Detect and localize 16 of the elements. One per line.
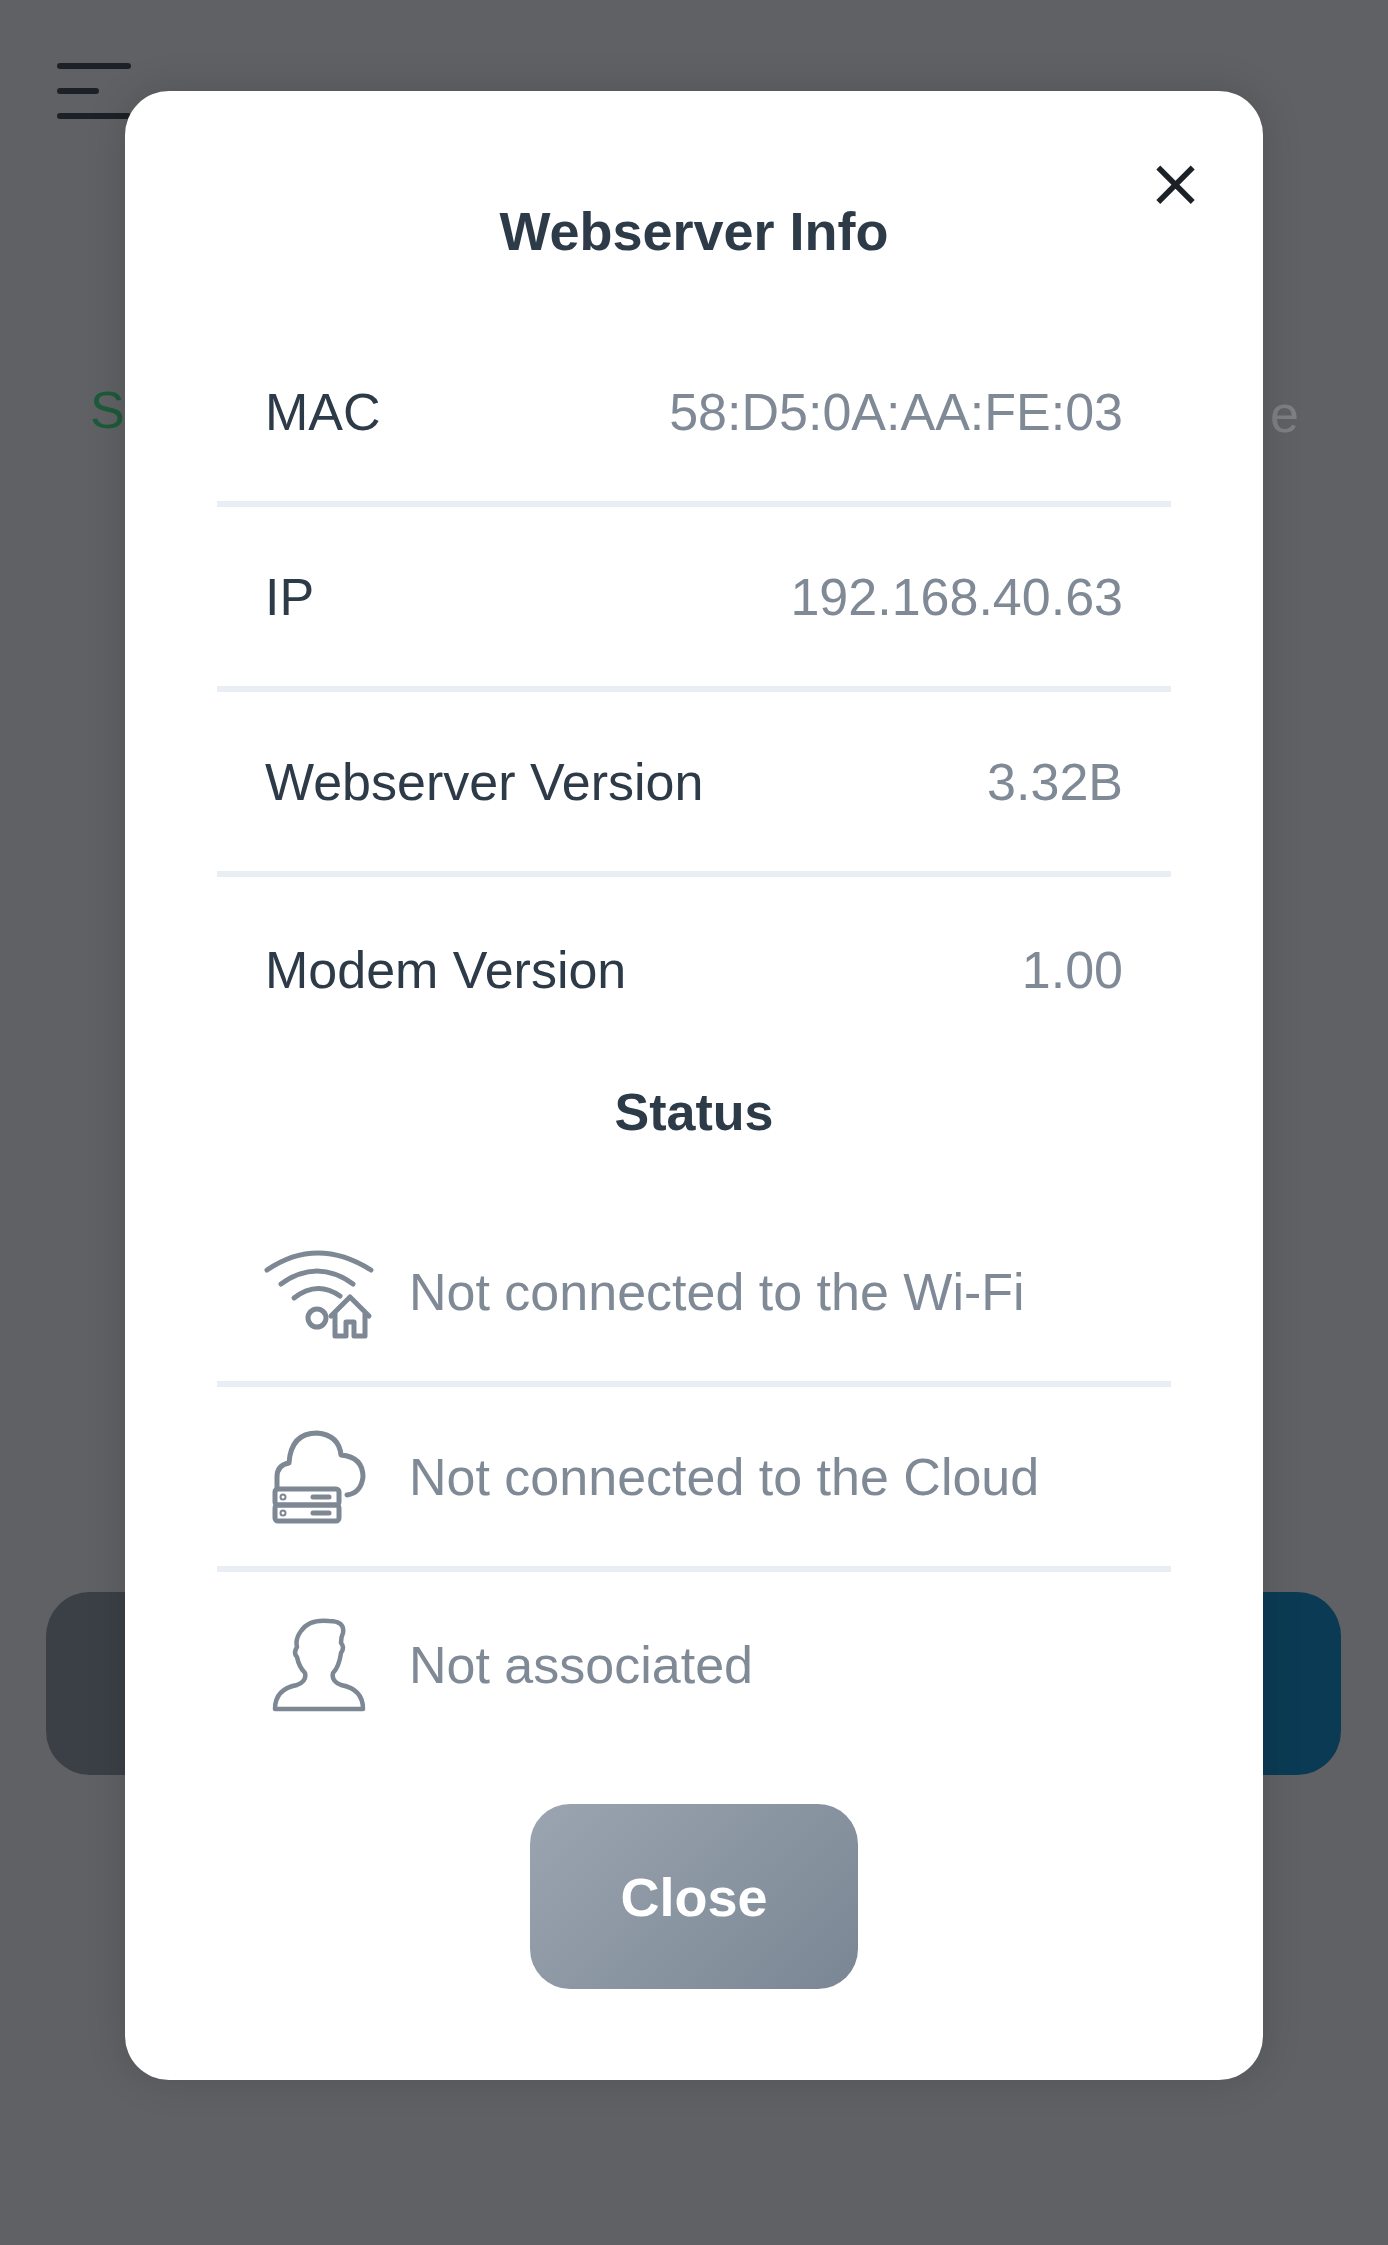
menu-icon[interactable] [57, 63, 131, 119]
status-text: Not associated [409, 1634, 753, 1695]
status-heading: Status [613, 1082, 775, 1143]
info-label: Webserver Version [265, 751, 704, 812]
info-label: Modem Version [265, 939, 627, 1000]
close-button[interactable]: Close [530, 1804, 858, 1989]
info-value: 1.00 [1021, 939, 1123, 1000]
dialog-title: Webserver Info [498, 200, 890, 263]
info-label: IP [265, 566, 315, 627]
status-text: Not connected to the Wi-Fi [409, 1261, 1025, 1322]
info-label: MAC [265, 381, 381, 442]
status-text: Not connected to the Cloud [409, 1446, 1040, 1507]
info-value: 3.32B [987, 751, 1123, 812]
close-button[interactable]: × [1147, 155, 1197, 211]
info-value: 192.168.40.63 [790, 566, 1123, 627]
info-value: 58:D5:0A:AA:FE:03 [669, 381, 1123, 442]
